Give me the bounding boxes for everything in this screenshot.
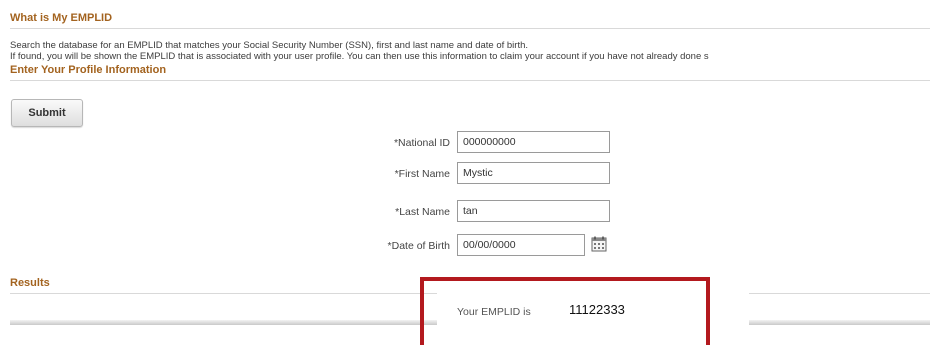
emplid-label: Your EMPLID is: [457, 306, 531, 318]
first-name-label-text: First Name: [398, 168, 450, 180]
divider: [10, 28, 930, 29]
description-line-2: If found, you will be shown the EMPLID t…: [10, 51, 709, 62]
profile-section-title: Enter Your Profile Information: [10, 64, 167, 76]
date-of-birth-label: *Date of Birth: [290, 240, 450, 252]
divider: [10, 80, 930, 81]
last-name-label: *Last Name: [290, 206, 450, 218]
results-section-title: Results: [10, 277, 50, 289]
first-name-label: *First Name: [290, 168, 450, 180]
calendar-icon[interactable]: [590, 235, 608, 253]
date-of-birth-label-text: Date of Birth: [391, 240, 450, 252]
submit-button[interactable]: Submit: [11, 99, 83, 127]
last-name-label-text: Last Name: [399, 206, 450, 218]
first-name-field[interactable]: Mystic: [457, 162, 610, 184]
date-of-birth-field[interactable]: 00/00/0000: [457, 234, 585, 256]
national-id-field[interactable]: 000000000: [457, 131, 610, 153]
description-line-1: Search the database for an EMPLID that m…: [10, 40, 529, 51]
page-title: What is My EMPLID: [10, 12, 113, 24]
national-id-label-text: National ID: [398, 137, 450, 149]
national-id-label: *National ID: [290, 137, 450, 149]
last-name-field[interactable]: tan: [457, 200, 610, 222]
emplid-value: 11122333: [569, 302, 625, 317]
